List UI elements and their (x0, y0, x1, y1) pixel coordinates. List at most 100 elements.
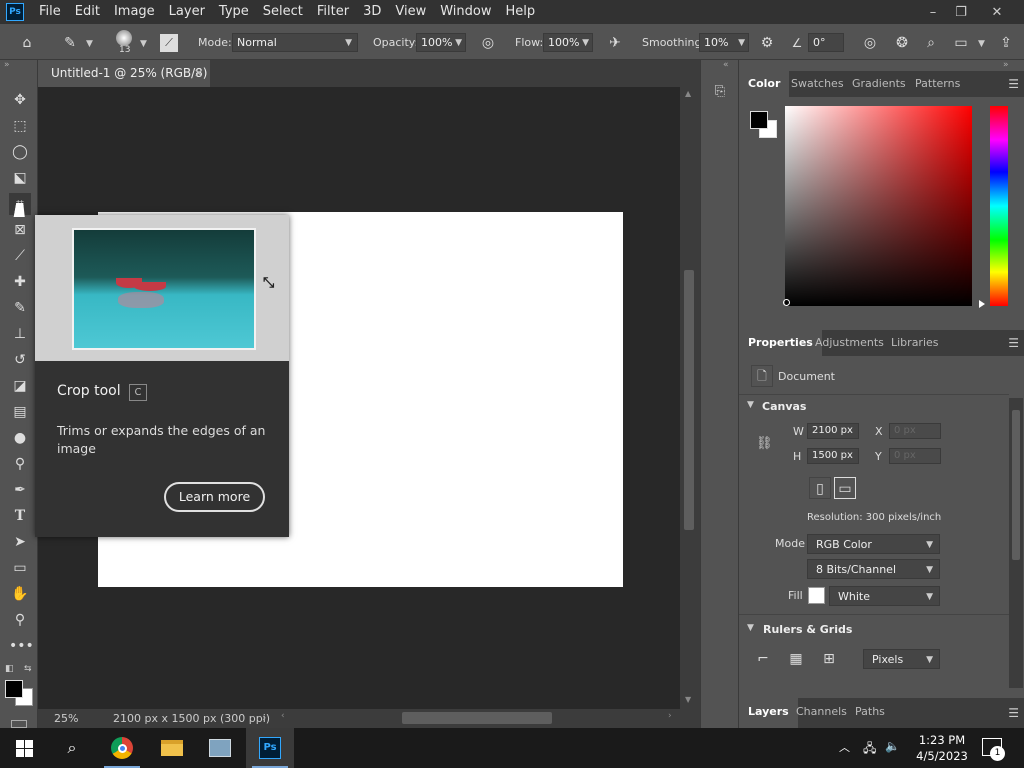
horizontal-scrollbar[interactable]: ‹ › (278, 709, 680, 728)
photos-app[interactable] (196, 728, 244, 768)
width-field[interactable]: 2100 px (807, 423, 859, 439)
swap-colors-icon[interactable]: ⇆ (24, 664, 32, 674)
marquee-tool-icon[interactable]: ⬚ (9, 115, 31, 137)
quick-mask-icon[interactable] (11, 720, 27, 728)
landscape-orientation-icon[interactable]: ▭ (834, 477, 856, 499)
clone-stamp-tool-icon[interactable]: ⊥ (9, 323, 31, 345)
type-tool-icon[interactable]: T (9, 505, 31, 527)
tab-gradients[interactable]: Gradients (843, 71, 915, 97)
fill-swatch[interactable] (808, 587, 825, 604)
pressure-opacity-icon[interactable]: ◎ (478, 33, 498, 53)
move-tool-icon[interactable]: ✥ (9, 89, 31, 111)
more-tools-icon[interactable]: ••• (9, 635, 34, 657)
menu-edit[interactable]: Edit (68, 0, 107, 24)
home-icon[interactable]: ⌂ (17, 33, 37, 53)
brush-tool-icon[interactable]: ✎ (9, 297, 31, 319)
close-button[interactable]: ✕ (980, 0, 1014, 24)
hue-slider-handle[interactable] (979, 300, 985, 308)
default-colors-icon[interactable]: ◧ (5, 664, 14, 674)
vertical-scroll-thumb[interactable] (684, 270, 694, 530)
menu-select[interactable]: Select (256, 0, 310, 24)
search-icon[interactable]: ⌕ (48, 728, 96, 768)
path-selection-tool-icon[interactable]: ➤ (9, 531, 31, 553)
scroll-right-icon[interactable]: › (668, 711, 672, 721)
guides-icon[interactable]: ⊞ (818, 648, 840, 670)
symmetry-icon[interactable]: ❂ (892, 33, 912, 53)
share-icon[interactable]: ⇪ (996, 33, 1016, 53)
color-mode-select[interactable]: RGB Color ▼ (807, 534, 940, 554)
photoshop-app[interactable]: Ps (246, 728, 294, 768)
learn-more-button[interactable]: Learn more (164, 482, 265, 512)
gradient-tool-icon[interactable]: ▤ (9, 401, 31, 423)
collapse-icon[interactable]: » (4, 60, 10, 70)
frame-tool-icon[interactable]: ⊠ (9, 219, 31, 241)
horizontal-scroll-thumb[interactable] (402, 712, 552, 724)
brush-preset-icon[interactable]: ✎ (60, 33, 80, 53)
brush-settings-icon[interactable]: ⟋ (160, 34, 178, 52)
scroll-up-icon[interactable]: ▲ (685, 89, 691, 98)
rulers-grids-section-title[interactable]: Rulers & Grids (763, 623, 852, 636)
scroll-down-icon[interactable]: ▼ (685, 695, 691, 704)
start-button[interactable] (0, 728, 48, 768)
color-picker-handle[interactable] (783, 299, 790, 306)
flow-field[interactable]: 100% ▼ (543, 33, 593, 52)
fill-select[interactable]: White ▼ (829, 586, 940, 606)
eyedropper-tool-icon[interactable]: ⟋ (9, 245, 31, 267)
tab-paths[interactable]: Paths (846, 698, 894, 724)
search-icon[interactable]: ⌕ (921, 33, 941, 53)
height-field[interactable]: 1500 px (807, 448, 859, 464)
properties-scrollbar[interactable] (1009, 398, 1023, 688)
angle-field[interactable]: 0° (808, 33, 844, 52)
restore-button[interactable]: ❐ (944, 0, 978, 24)
document-tab[interactable]: Untitled-1 @ 25% (RGB/8) ✕ (38, 60, 210, 87)
pen-tool-icon[interactable]: ✒ (9, 479, 31, 501)
dodge-tool-icon[interactable]: ⚲ (9, 453, 31, 475)
tab-swatches[interactable]: Swatches (782, 71, 853, 97)
smoothing-field[interactable]: 10% ▼ (699, 33, 749, 52)
workspace-icon[interactable]: ▭ (951, 33, 971, 53)
brush-tip-icon[interactable] (116, 30, 132, 46)
airbrush-icon[interactable]: ✈ (605, 33, 625, 53)
opacity-field[interactable]: 100% ▼ (416, 33, 466, 52)
tab-libraries[interactable]: Libraries (882, 330, 948, 356)
tab-adjustments[interactable]: Adjustments (806, 330, 893, 356)
zoom-tool-icon[interactable]: ⚲ (9, 609, 31, 631)
ruler-icon[interactable]: ⌐ (752, 648, 774, 670)
lasso-tool-icon[interactable]: ◯ (9, 141, 31, 163)
grid-icon[interactable]: ▦ (785, 648, 807, 670)
zoom-level[interactable]: 25% (54, 712, 78, 725)
chevron-down-icon[interactable]: ▼ (978, 39, 985, 49)
status-menu-icon[interactable]: › (262, 711, 266, 724)
blur-tool-icon[interactable]: ● (9, 427, 31, 449)
collapse-icon[interactable]: « (723, 60, 729, 70)
chevron-down-icon[interactable]: ▼ (140, 39, 147, 49)
properties-scroll-thumb[interactable] (1012, 410, 1020, 560)
menu-layer[interactable]: Layer (162, 0, 212, 24)
hue-slider[interactable] (990, 106, 1008, 306)
menu-type[interactable]: Type (212, 0, 256, 24)
panel-menu-icon[interactable]: ☰ (1008, 336, 1019, 350)
chrome-app[interactable] (98, 728, 146, 768)
collapse-icon[interactable]: » (1003, 60, 1009, 70)
close-tab-icon[interactable]: ✕ (194, 60, 203, 87)
volume-icon[interactable]: 🔈 (885, 739, 900, 753)
chevron-down-icon[interactable]: ▼ (86, 39, 93, 49)
menu-file[interactable]: File (32, 0, 68, 24)
gear-icon[interactable]: ⚙ (757, 33, 777, 53)
file-explorer-app[interactable] (148, 728, 196, 768)
menu-window[interactable]: Window (433, 0, 498, 24)
network-icon[interactable]: 🖧 (863, 739, 876, 760)
link-icon[interactable]: ⛓ (756, 436, 773, 451)
scroll-left-icon[interactable]: ‹ (281, 711, 285, 721)
tab-patterns[interactable]: Patterns (906, 71, 969, 97)
show-hidden-icons[interactable]: ︿ (839, 739, 850, 755)
healing-brush-tool-icon[interactable]: ✚ (9, 271, 31, 293)
chevron-down-icon[interactable]: ▼ (747, 400, 754, 410)
foreground-color-swatch[interactable] (750, 111, 768, 129)
rectangle-tool-icon[interactable]: ▭ (9, 557, 31, 579)
history-brush-tool-icon[interactable]: ↺ (9, 349, 31, 371)
object-selection-tool-icon[interactable]: ⬕ (9, 167, 31, 189)
bit-depth-select[interactable]: 8 Bits/Channel ▼ (807, 559, 940, 579)
menu-filter[interactable]: Filter (310, 0, 356, 24)
units-select[interactable]: Pixels ▼ (863, 649, 940, 669)
